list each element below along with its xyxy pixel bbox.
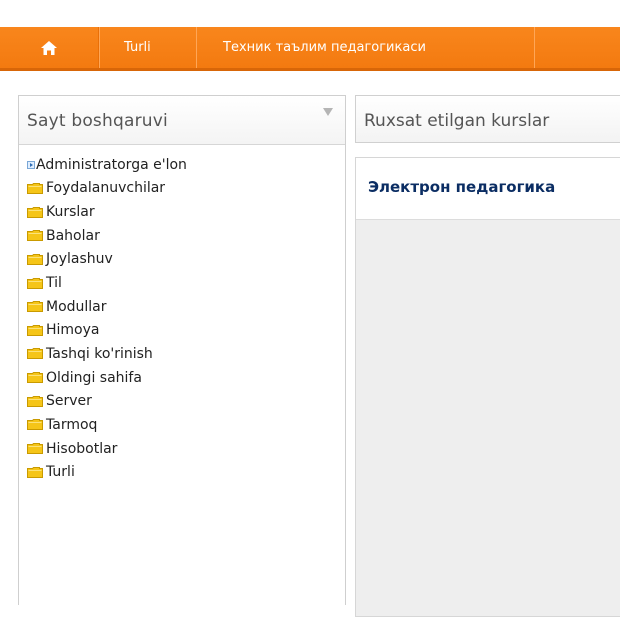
folder-icon [27, 419, 43, 431]
triangle-down-icon[interactable] [323, 108, 333, 116]
nav-separator [196, 27, 197, 68]
allowed-courses-tab[interactable]: Ruxsat etilgan kurslar [355, 95, 620, 143]
tree-item-label: Server [46, 393, 92, 410]
tree-item[interactable]: Joylashuv [27, 248, 345, 272]
tree-item[interactable]: Server [27, 389, 345, 413]
main-content-area: Электрон педагогика [355, 157, 620, 617]
tree-item-label: Turli [46, 464, 75, 481]
tree-item-label: Foydalanuvchilar [46, 180, 166, 197]
tree-item-label: Himoya [46, 322, 100, 339]
block-title: Sayt boshqaruvi [27, 111, 168, 131]
tree-item[interactable]: Baholar [27, 224, 345, 248]
tree-item[interactable]: Hisobotlar [27, 437, 345, 461]
tree-item[interactable]: Oldingi sahifa [27, 366, 345, 390]
nav-separator [534, 27, 535, 68]
home-icon [41, 40, 57, 55]
tree-item[interactable]: Administratorga e'lon [27, 153, 345, 177]
tab-label: Ruxsat etilgan kurslar [364, 111, 550, 131]
tree-item[interactable]: Foydalanuvchilar [27, 177, 345, 201]
tree-item[interactable]: Turli [27, 460, 345, 484]
home-button[interactable] [0, 27, 99, 68]
document-icon [27, 160, 35, 169]
tree-item[interactable]: Til [27, 271, 345, 295]
folder-icon [27, 466, 43, 478]
folder-icon [27, 230, 43, 242]
folder-icon [27, 253, 43, 265]
tree-item-label: Kurslar [46, 204, 95, 221]
folder-icon [27, 443, 43, 454]
tree-item-label: Tarmoq [46, 416, 98, 433]
nav-separator [99, 27, 100, 68]
tree-item[interactable]: Modullar [27, 295, 345, 319]
nav-item-course[interactable]: Техник таълим педагогикаси [223, 27, 426, 68]
tree-item-label: Tashqi ko'rinish [46, 345, 153, 362]
tree-item[interactable]: Tarmoq [27, 413, 345, 437]
folder-icon [27, 348, 43, 360]
tree-item-label: Administratorga e'lon [36, 156, 187, 173]
tree-item-label: Baholar [46, 227, 100, 244]
folder-icon [27, 277, 43, 289]
tree-item-label: Oldingi sahifa [46, 369, 142, 386]
folder-icon [27, 324, 43, 336]
top-nav-bar: Turli Техник таълим педагогикаси [0, 27, 620, 71]
folder-icon [27, 301, 43, 313]
course-title-link[interactable]: Электрон педагогика [368, 178, 555, 196]
tree-item-label: Hisobotlar [46, 440, 118, 457]
folder-icon [27, 182, 43, 194]
block-header: Sayt boshqaruvi [19, 96, 345, 145]
tree-item-label: Joylashuv [46, 251, 113, 268]
tree-item[interactable]: Kurslar [27, 200, 345, 224]
site-administration-block: Sayt boshqaruvi Administratorga e'lon Foy… [18, 95, 346, 605]
folder-icon [27, 395, 43, 407]
tree-item-label: Til [46, 275, 62, 292]
folder-icon [27, 206, 43, 218]
admin-tree: Administratorga e'lon Foydalanuvchilar Kur… [19, 145, 345, 484]
tree-item[interactable]: Tashqi ko'rinish [27, 342, 345, 366]
folder-icon [27, 372, 43, 384]
nav-item-turli[interactable]: Turli [124, 27, 151, 68]
tree-item-label: Modullar [46, 298, 107, 315]
course-item: Электрон педагогика [356, 158, 620, 220]
tree-item[interactable]: Himoya [27, 318, 345, 342]
